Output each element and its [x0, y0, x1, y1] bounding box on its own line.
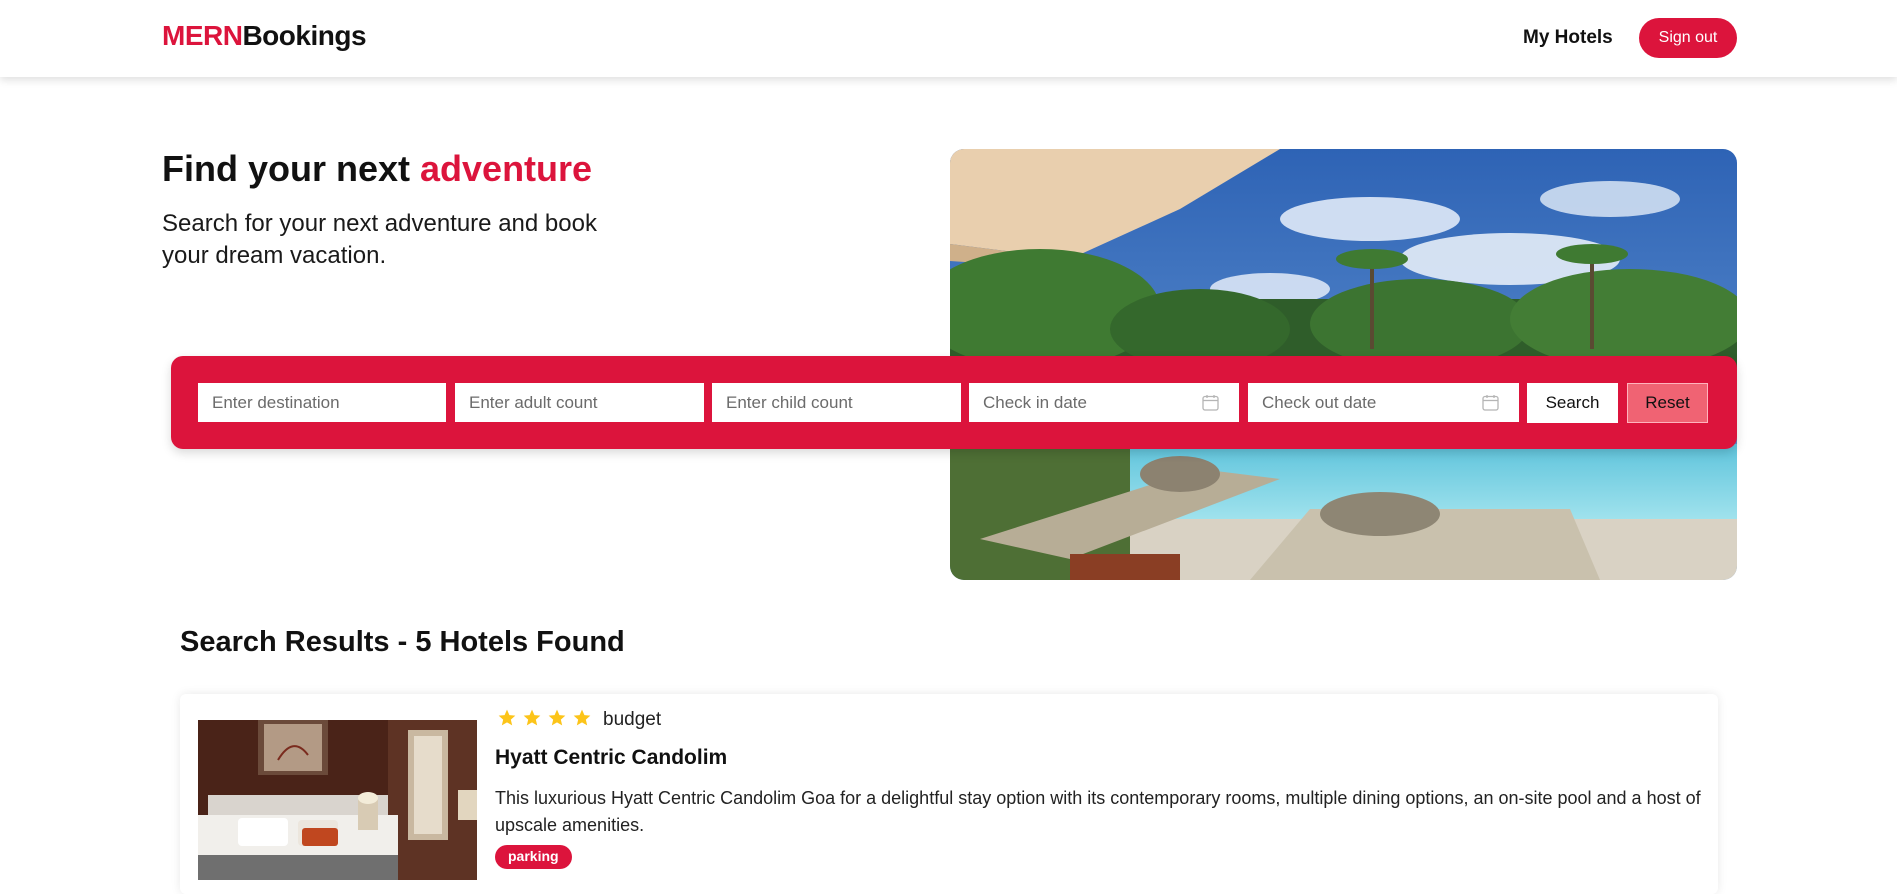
hotel-image[interactable] — [198, 720, 477, 880]
check-out-date-input[interactable] — [1248, 383, 1519, 422]
my-hotels-link[interactable]: My Hotels — [1523, 27, 1613, 49]
adult-count-input[interactable] — [455, 383, 704, 422]
hotel-description: This luxurious Hyatt Centric Candolim Go… — [495, 788, 1701, 835]
reset-button[interactable]: Reset — [1627, 383, 1708, 423]
check-in-date-field[interactable] — [969, 383, 1239, 422]
logo-brand: MERN — [162, 20, 243, 51]
calendar-icon — [1482, 394, 1499, 411]
hero-title-prefix: Find your next — [162, 148, 421, 189]
top-navbar: MERNBookings My Hotels Sign out — [0, 0, 1897, 77]
search-button[interactable]: Search — [1527, 383, 1618, 423]
star-icon — [522, 708, 542, 728]
search-bar: Search Reset — [171, 356, 1737, 449]
child-count-input[interactable] — [712, 383, 961, 422]
facility-badge: parking — [495, 845, 572, 869]
star-icon — [572, 708, 592, 728]
destination-input[interactable] — [198, 383, 446, 422]
site-logo[interactable]: MERNBookings — [162, 20, 367, 52]
hero-title: Find your next adventure — [162, 148, 592, 190]
check-out-date-field[interactable] — [1248, 383, 1519, 422]
star-icon — [497, 708, 517, 728]
calendar-icon — [1202, 394, 1219, 411]
hero-subtitle: Search for your next adventure and book … — [162, 210, 597, 269]
star-icon — [547, 708, 567, 728]
hotel-card: budget Hyatt Centric Candolim This luxur… — [180, 694, 1718, 894]
hotel-name[interactable]: Hyatt Centric Candolim — [495, 746, 727, 770]
search-results-title: Search Results - 5 Hotels Found — [180, 626, 625, 658]
check-in-date-input[interactable] — [969, 383, 1239, 422]
logo-rest: Bookings — [242, 20, 367, 51]
hotel-type: budget — [603, 709, 662, 730]
hero-title-accent: adventure — [420, 148, 593, 189]
sign-out-button[interactable]: Sign out — [1639, 18, 1737, 58]
star-rating — [497, 708, 592, 728]
